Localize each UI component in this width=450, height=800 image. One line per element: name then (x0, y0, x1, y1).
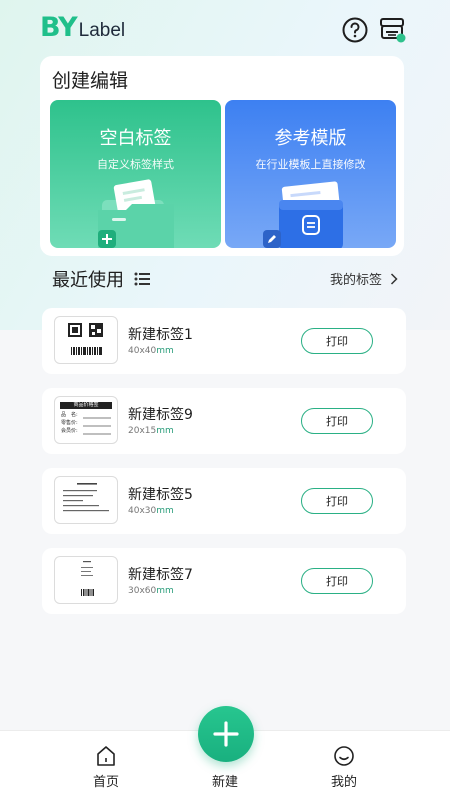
nav-mine-label: 我的 (330, 775, 357, 790)
label-card[interactable]: 商品价格签 品 名: 零售价: 会员价: 新建标签9 20x15mm 打印 (42, 388, 406, 454)
add-badge-icon (98, 230, 116, 248)
app-logo: BY Label (40, 14, 125, 42)
qr-barcode-icon (68, 323, 103, 355)
nav-new[interactable]: 新建 (195, 771, 255, 790)
recent-title: 最近使用 (52, 270, 124, 291)
help-icon[interactable] (341, 16, 369, 44)
list-view-icon[interactable] (134, 272, 150, 286)
label-size: 20x15mm (128, 426, 174, 436)
recent-header: 最近使用 (52, 266, 150, 292)
nav-home-label: 首页 (92, 775, 119, 790)
create-edit-card: 创建编辑 空白标签 自定义标签样式 参考模版 在行业模板上直接修改 (40, 56, 404, 256)
label-card[interactable]: 新建标签1 40x40mm 打印 (42, 308, 406, 374)
print-button[interactable]: 打印 (301, 568, 373, 594)
label-name: 新建标签1 (128, 327, 193, 343)
template-tile[interactable]: 参考模版 在行业模板上直接修改 (225, 100, 396, 248)
logo-by: BY (40, 12, 78, 43)
nav-home[interactable]: 首页 (76, 745, 136, 790)
blank-label-title: 空白标签 (99, 128, 172, 149)
price-lines-icon (83, 417, 111, 435)
label-size: 30x60mm (128, 586, 174, 596)
print-button[interactable]: 打印 (301, 328, 373, 354)
label-thumbnail-qr (54, 316, 118, 364)
template-title: 参考模版 (274, 128, 347, 149)
label-name: 新建标签7 (128, 567, 193, 583)
logo-label: Label (78, 20, 126, 41)
label-thumbnail-barcode (54, 556, 118, 604)
text-lines-icon (63, 483, 109, 512)
label-name: 新建标签5 (128, 487, 193, 503)
nav-new-label: 新建 (211, 775, 238, 790)
label-size: 40x40mm (128, 346, 174, 356)
label-thumbnail-text (54, 476, 118, 524)
blank-label-subtitle: 自定义标签样式 (97, 158, 174, 171)
nav-mine[interactable]: 我的 (314, 745, 374, 790)
label-thumbnail-price: 商品价格签 品 名: 零售价: 会员价: (54, 396, 118, 444)
barcode-icon (81, 561, 94, 596)
home-icon (97, 746, 115, 766)
print-button[interactable]: 打印 (301, 408, 373, 434)
printer-connect-icon[interactable] (379, 16, 407, 44)
plus-icon (213, 721, 239, 747)
template-subtitle: 在行业模板上直接修改 (255, 158, 366, 171)
print-button[interactable]: 打印 (301, 488, 373, 514)
label-card[interactable]: 新建标签7 30x60mm 打印 (42, 548, 406, 614)
chevron-right-icon (390, 272, 398, 285)
blank-label-tile[interactable]: 空白标签 自定义标签样式 (50, 100, 221, 248)
label-size: 40x30mm (128, 506, 174, 516)
new-label-fab[interactable] (198, 706, 254, 762)
label-card[interactable]: 新建标签5 40x30mm 打印 (42, 468, 406, 534)
label-name: 新建标签9 (128, 407, 193, 423)
my-labels-link[interactable]: 我的标签 (330, 269, 398, 288)
profile-smile-icon (334, 746, 354, 766)
edit-badge-icon (263, 230, 281, 248)
app-header: BY Label (0, 0, 450, 58)
create-edit-title: 创建编辑 (52, 70, 129, 92)
my-labels-label: 我的标签 (329, 273, 382, 288)
